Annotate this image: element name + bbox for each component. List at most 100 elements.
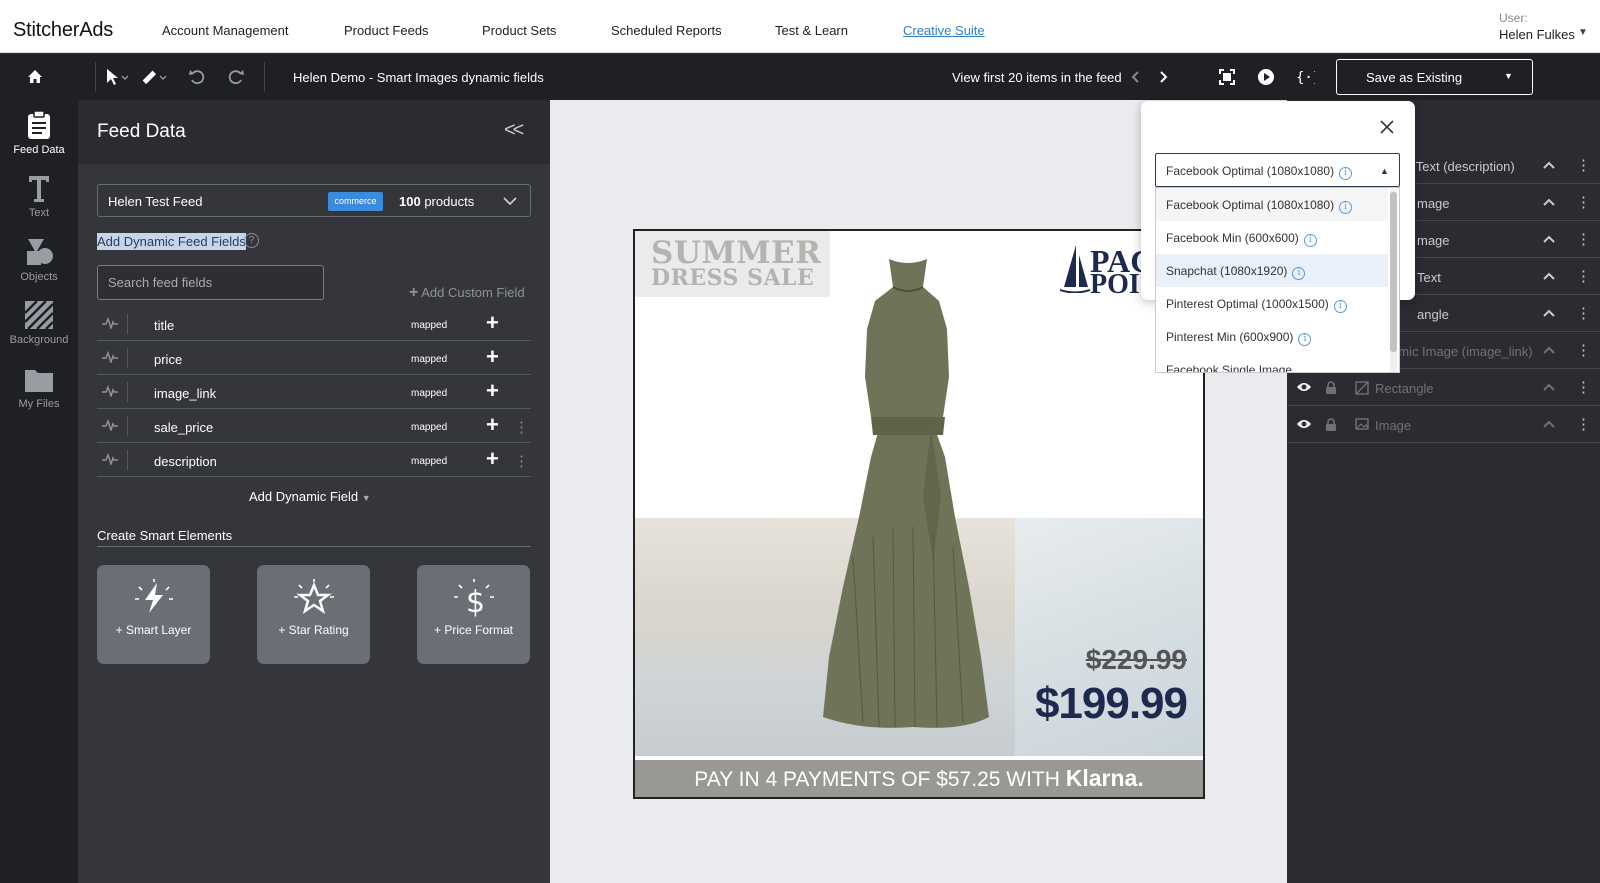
ad-size-select[interactable]: Facebook Optimal (1080x1080) i ▲: [1155, 153, 1400, 187]
divider: [127, 314, 128, 334]
dropdown-option[interactable]: Facebook Single Image: [1156, 353, 1388, 372]
dropdown-option[interactable]: Facebook Min (600x600) i: [1156, 221, 1388, 254]
chevron-up-icon[interactable]: [1541, 416, 1557, 432]
info-icon[interactable]: i: [1339, 201, 1353, 214]
chevron-left-icon[interactable]: [1126, 67, 1146, 87]
add-dynamic-field-button[interactable]: Add Dynamic Field ▼: [249, 489, 371, 504]
chevron-up-icon[interactable]: [1541, 379, 1557, 395]
feed-type-badge: commerce: [328, 192, 383, 211]
feed-data-panel: Feed Data << Helen Test Feed commerce 10…: [78, 100, 550, 883]
activity-icon: [102, 385, 118, 397]
undo-icon[interactable]: [187, 67, 207, 87]
add-field-plus-icon[interactable]: +: [486, 310, 499, 336]
rail-label: Text: [28, 207, 50, 219]
ad-size-dropdown: Facebook Optimal (1080x1080) i Facebook M…: [1155, 187, 1400, 373]
nav-test-learn[interactable]: Test & Learn: [775, 23, 848, 38]
collapse-panel-icon[interactable]: <<: [504, 119, 524, 142]
more-options-icon[interactable]: ⋮: [514, 418, 529, 436]
chevron-right-icon[interactable]: [1153, 67, 1173, 87]
pointer-tool-icon[interactable]: [104, 67, 129, 87]
caret-down-icon[interactable]: ▼: [1578, 27, 1588, 38]
brand-logo-line-2: POI: [1090, 269, 1140, 300]
home-icon[interactable]: [25, 67, 45, 87]
redo-icon[interactable]: [226, 67, 246, 87]
more-options-icon[interactable]: ⋮: [1576, 267, 1591, 285]
editor-toolbar: Helen Demo - Smart Images dynamic fields…: [0, 54, 1600, 100]
add-custom-field-button[interactable]: + Add Custom Field: [409, 284, 525, 302]
info-icon[interactable]: i: [1333, 300, 1347, 313]
price-format-button[interactable]: $ + Price Format: [417, 565, 530, 664]
background-pattern-icon: [24, 300, 54, 330]
add-field-plus-icon[interactable]: +: [486, 446, 499, 472]
info-icon[interactable]: i: [1303, 234, 1317, 247]
more-options-icon[interactable]: ⋮: [1576, 304, 1591, 322]
play-icon[interactable]: [1256, 67, 1276, 87]
rail-background[interactable]: Background: [0, 300, 78, 346]
brand-logo[interactable]: StitcherAds: [13, 19, 113, 42]
chevron-up-icon[interactable]: [1541, 231, 1557, 247]
rail-label: Feed Data: [13, 144, 65, 156]
rail-feed-data[interactable]: Feed Data: [0, 110, 78, 156]
chevron-down-icon[interactable]: [502, 193, 518, 209]
nav-product-feeds[interactable]: Product Feeds: [344, 23, 429, 38]
search-feed-fields-input[interactable]: [97, 265, 324, 300]
chevron-up-icon[interactable]: [1541, 268, 1557, 284]
info-icon[interactable]: i: [1339, 167, 1353, 180]
add-field-plus-icon[interactable]: +: [486, 378, 499, 404]
add-field-plus-icon[interactable]: +: [486, 344, 499, 370]
more-options-icon[interactable]: ⋮: [1576, 156, 1591, 174]
smart-layer-button[interactable]: + Smart Layer: [97, 565, 210, 664]
code-braces-icon[interactable]: {·}: [1295, 67, 1315, 87]
nav-product-sets[interactable]: Product Sets: [482, 23, 556, 38]
chevron-up-icon[interactable]: [1541, 305, 1557, 321]
nav-creative-suite[interactable]: Creative Suite: [903, 23, 985, 38]
dropdown-option[interactable]: Facebook Optimal (1080x1080) i: [1156, 188, 1388, 221]
field-name: price: [154, 352, 183, 367]
rail-text[interactable]: Text: [0, 173, 78, 219]
chevron-up-icon[interactable]: [1541, 342, 1557, 358]
dropdown-option[interactable]: Pinterest Min (600x900) i: [1156, 320, 1388, 353]
layer-row[interactable]: Image ⋮: [1287, 406, 1600, 443]
design-title[interactable]: Helen Demo - Smart Images dynamic fields: [293, 70, 544, 85]
more-options-icon[interactable]: ⋮: [1576, 378, 1591, 396]
field-status: mapped: [411, 456, 448, 467]
chevron-up-icon[interactable]: [1541, 157, 1557, 173]
add-field-plus-icon[interactable]: +: [486, 412, 499, 438]
user-name[interactable]: Helen Fulkes: [1499, 27, 1575, 42]
nav-scheduled-reports[interactable]: Scheduled Reports: [611, 23, 722, 38]
info-icon[interactable]: i: [1298, 333, 1312, 346]
nav-account-management[interactable]: Account Management: [162, 23, 288, 38]
more-options-icon[interactable]: ⋮: [1576, 341, 1591, 359]
chevron-up-icon[interactable]: [1541, 194, 1557, 210]
info-icon[interactable]: i: [1292, 267, 1306, 280]
fit-screen-icon[interactable]: [1217, 67, 1237, 87]
help-icon[interactable]: ?: [244, 233, 259, 248]
ad-preview[interactable]: SUMMER DRESS SALE PACI POI $229.99 $199.…: [633, 229, 1205, 799]
more-options-icon[interactable]: ⋮: [514, 452, 529, 470]
dropdown-option[interactable]: Snapchat (1080x1920) i: [1156, 254, 1388, 287]
more-options-icon[interactable]: ⋮: [1576, 193, 1591, 211]
svg-text:{·}: {·}: [1296, 70, 1315, 86]
close-icon[interactable]: [1379, 119, 1395, 135]
rail-my-files[interactable]: My Files: [0, 366, 78, 410]
ruler-tool-icon[interactable]: [139, 67, 167, 87]
lock-icon[interactable]: [1325, 381, 1337, 394]
lightning-icon: [134, 579, 173, 613]
chevron-down-icon[interactable]: ▼: [1504, 71, 1513, 81]
dropdown-option[interactable]: Pinterest Optimal (1000x1500) i: [1156, 287, 1388, 320]
rail-objects[interactable]: Objects: [0, 237, 78, 283]
save-as-existing-button[interactable]: Save as Existing ▼: [1336, 59, 1533, 95]
dropdown-scrollbar-thumb[interactable]: [1390, 192, 1397, 352]
caret-up-icon[interactable]: ▲: [1380, 166, 1389, 176]
eye-icon[interactable]: [1296, 418, 1312, 430]
feed-field-row: sale_price mapped + ⋮: [97, 409, 531, 443]
lock-icon[interactable]: [1325, 418, 1337, 431]
feed-selector[interactable]: Helen Test Feed commerce 100 products: [97, 184, 531, 217]
divider: [127, 382, 128, 402]
more-options-icon[interactable]: ⋮: [1576, 230, 1591, 248]
folder-icon: [25, 370, 53, 392]
layer-row[interactable]: Rectangle ⋮: [1287, 369, 1600, 406]
star-rating-button[interactable]: + Star Rating: [257, 565, 370, 664]
more-options-icon[interactable]: ⋮: [1576, 415, 1591, 433]
eye-icon[interactable]: [1296, 381, 1312, 393]
